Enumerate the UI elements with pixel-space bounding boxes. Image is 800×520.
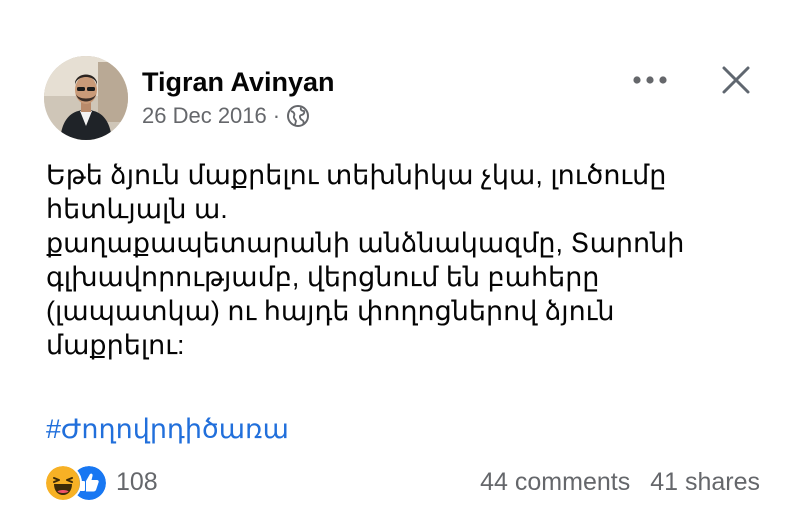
post-subline: 26 Dec 2016 ·: [142, 102, 335, 130]
reaction-icons: [44, 464, 108, 502]
shares-count[interactable]: 41 shares: [650, 468, 760, 497]
post-header: Tigran Avinyan 26 Dec 2016 ·: [44, 56, 335, 140]
post-body-line: մաքրելու:: [46, 330, 185, 360]
haha-icon: [44, 464, 82, 502]
engagement-stats: 44 comments 41 shares: [480, 468, 760, 497]
comments-count[interactable]: 44 comments: [480, 468, 630, 497]
post-body-line: գլխավորությամբ, վերցնում են բահերը: [46, 262, 600, 292]
post-footer: 108 44 comments 41 shares: [44, 462, 760, 502]
ellipsis-icon: [633, 76, 667, 84]
post-body-line: Եթե ձյուն մաքրելու տեխնիկա չկա, լուծումը: [46, 160, 667, 190]
avatar-photo: [44, 56, 128, 140]
post-meta: Tigran Avinyan 26 Dec 2016 ·: [142, 66, 335, 130]
author-name[interactable]: Tigran Avinyan: [142, 66, 335, 98]
post-body-line: հետևյալն ա.: [46, 194, 228, 224]
globe-icon[interactable]: [286, 104, 310, 128]
close-button[interactable]: [712, 56, 760, 104]
post-body-line: քաղաքապետարանի անձնակազմը, Տարոնի: [46, 228, 685, 258]
close-icon: [722, 66, 750, 94]
more-options-button[interactable]: [626, 62, 674, 98]
facebook-post-card: Tigran Avinyan 26 Dec 2016 · Եթե ձյուն մ…: [0, 0, 800, 520]
post-date[interactable]: 26 Dec 2016: [142, 102, 267, 130]
meta-separator: ·: [272, 103, 281, 128]
post-body-line: (լապատկա) ու հայդե փողոցներով ձյուն: [46, 296, 615, 326]
hashtag-link[interactable]: #Ժողովրդիծառա: [46, 412, 289, 446]
reaction-count: 108: [116, 467, 158, 496]
reactions-summary[interactable]: 108: [44, 464, 158, 502]
post-body: Եթե ձյուն մաքրելու տեխնիկա չկա, լուծումը…: [46, 158, 746, 362]
author-avatar[interactable]: [44, 56, 128, 140]
